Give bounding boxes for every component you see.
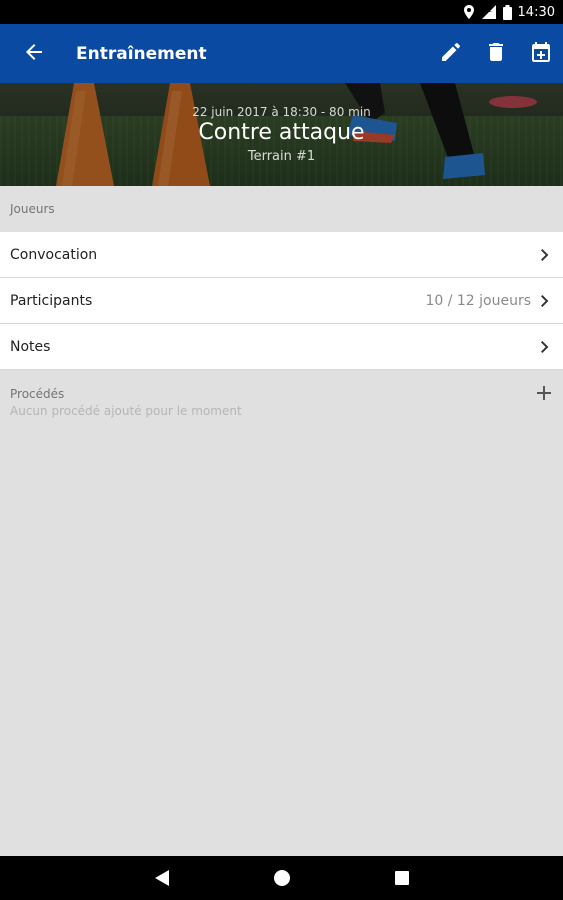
- status-time: 14:30: [517, 4, 555, 20]
- main-content: Joueurs Convocation Participants 10 / 12…: [0, 186, 563, 856]
- session-info: 22 juin 2017 à 18:30 - 80 min Contre att…: [0, 83, 563, 186]
- system-nav-bar: [0, 856, 563, 900]
- page-title: Entraînement: [76, 43, 207, 64]
- row-participants[interactable]: Participants 10 / 12 joueurs: [0, 278, 563, 324]
- add-to-calendar-button[interactable]: [518, 24, 563, 83]
- row-label: Convocation: [10, 246, 98, 263]
- nav-recents-button[interactable]: [342, 856, 462, 900]
- chevron-right-icon: [541, 340, 549, 353]
- arrow-back-icon: [25, 43, 43, 64]
- back-button[interactable]: [0, 24, 68, 83]
- back-triangle-icon: [154, 870, 169, 886]
- section-header-players: Joueurs: [10, 202, 55, 216]
- chevron-right-icon: [541, 248, 549, 261]
- chevron-right-icon: [541, 294, 549, 307]
- location-icon: [463, 5, 475, 19]
- status-bar: LTE 14:30: [0, 0, 563, 24]
- session-datetime: 22 juin 2017 à 18:30 - 80 min: [192, 105, 371, 119]
- row-label: Notes: [10, 338, 51, 355]
- delete-button[interactable]: [473, 24, 518, 83]
- session-field: Terrain #1: [247, 149, 316, 164]
- app-bar: Entraînement: [0, 24, 563, 83]
- svg-text:LTE: LTE: [482, 7, 492, 14]
- participants-count: 10 / 12 joueurs: [425, 292, 531, 309]
- battery-icon: [502, 4, 512, 20]
- signal-icon: LTE: [481, 5, 497, 19]
- session-title: Contre attaque: [198, 120, 365, 145]
- recents-square-icon: [394, 871, 409, 885]
- nav-back-button[interactable]: [102, 856, 222, 900]
- calendar-add-icon: [531, 41, 550, 66]
- row-notes[interactable]: Notes: [0, 324, 563, 370]
- procedures-empty-text: Aucun procédé ajouté pour le moment: [10, 404, 242, 418]
- edit-button[interactable]: [428, 24, 473, 83]
- section-header-procedures: Procédés: [0, 372, 563, 406]
- row-convocation[interactable]: Convocation: [0, 232, 563, 278]
- home-circle-icon: [273, 870, 290, 886]
- nav-home-button[interactable]: [222, 856, 342, 900]
- edit-icon: [441, 42, 460, 65]
- row-label: Participants: [10, 292, 93, 309]
- add-procedure-button[interactable]: [537, 378, 551, 400]
- delete-icon: [488, 42, 503, 65]
- procedures-header-label: Procédés: [10, 387, 65, 401]
- session-banner: 22 juin 2017 à 18:30 - 80 min Contre att…: [0, 83, 563, 186]
- plus-icon: [537, 386, 551, 400]
